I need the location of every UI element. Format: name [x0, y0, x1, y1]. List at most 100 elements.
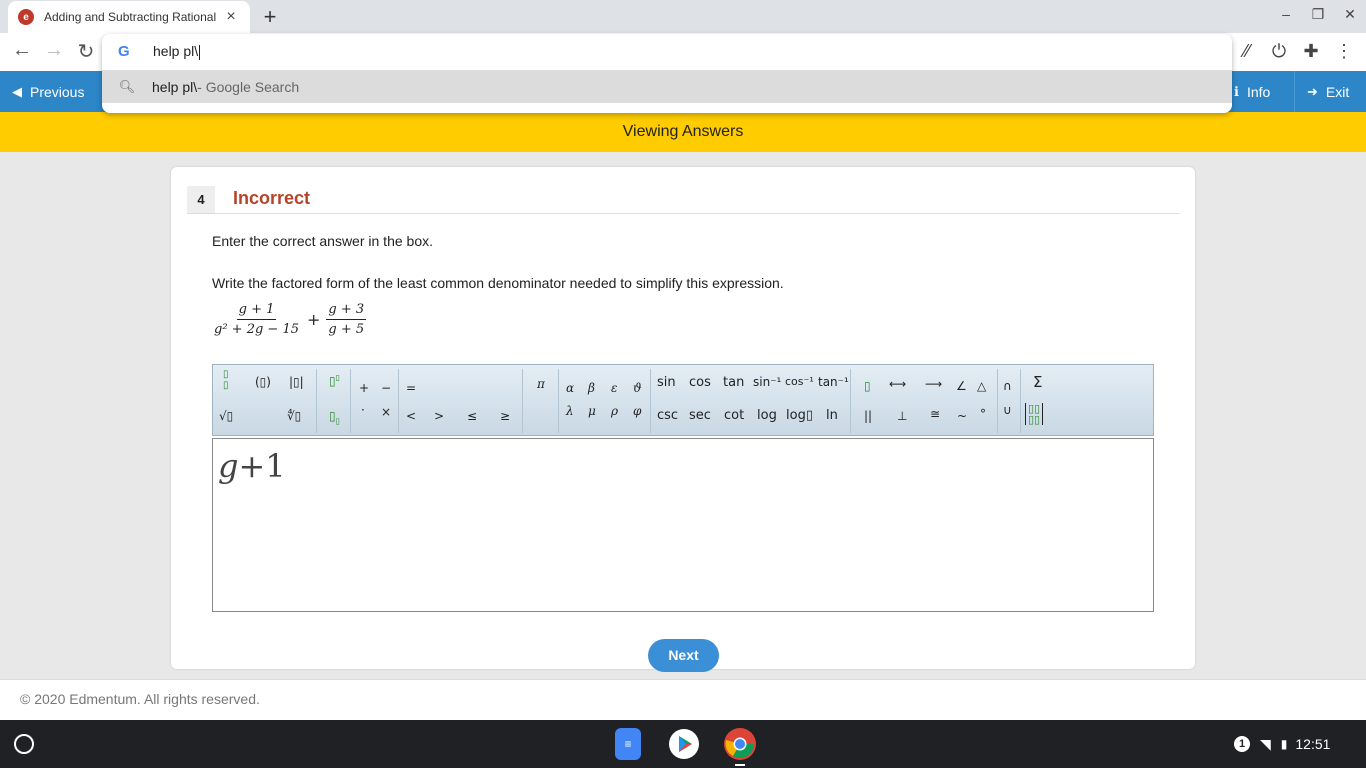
omnibox-suggestion[interactable]: 🔍︎ help pl\ - Google Search: [102, 70, 1232, 103]
plus-key[interactable]: +: [359, 381, 369, 395]
absolute-value-key[interactable]: |▯|: [289, 375, 304, 389]
ln-key[interactable]: ln: [826, 408, 838, 423]
greater-than-key[interactable]: >: [434, 409, 444, 423]
sec-key[interactable]: sec: [689, 408, 711, 423]
intersection-key[interactable]: ∩: [1003, 379, 1012, 393]
launcher-icon[interactable]: [14, 734, 34, 754]
minimize-icon[interactable]: –: [1276, 6, 1296, 22]
ray-key[interactable]: ⟶: [925, 377, 942, 391]
omnibox-input[interactable]: help pl\: [153, 43, 201, 60]
perpendicular-key[interactable]: ⊥: [897, 409, 907, 423]
google-docs-icon[interactable]: ≡: [615, 728, 641, 760]
superscript-key[interactable]: ▯▯: [329, 373, 340, 388]
phi-key[interactable]: φ: [633, 404, 641, 418]
tan-key[interactable]: tan: [723, 375, 744, 390]
summation-key[interactable]: Σ: [1033, 373, 1042, 391]
fraction-2-numerator: g + 3: [326, 302, 367, 320]
greater-equal-key[interactable]: ≥: [500, 409, 510, 423]
question-card: 4 Incorrect Enter the correct answer in …: [171, 167, 1195, 672]
lambda-key[interactable]: λ: [566, 404, 574, 418]
subscript-key[interactable]: ▯▯: [329, 409, 340, 425]
arcsin-key[interactable]: sin⁻¹: [753, 375, 781, 389]
back-icon[interactable]: ←: [9, 39, 35, 62]
degree-key[interactable]: °: [980, 407, 986, 421]
mu-key[interactable]: μ: [588, 404, 596, 418]
csc-key[interactable]: csc: [657, 408, 678, 423]
similar-key[interactable]: ~: [957, 409, 967, 423]
info-icon: ℹ: [1234, 83, 1239, 99]
menu-kebab-icon[interactable]: ⋮: [1333, 41, 1355, 62]
notification-count: 1: [1234, 736, 1250, 752]
fraction-key[interactable]: ▯ ▯: [223, 369, 229, 391]
divider: [187, 213, 1179, 214]
cot-key[interactable]: cot: [724, 408, 744, 423]
browser-tab[interactable]: e Adding and Subtracting Rational Expres…: [8, 1, 250, 33]
pi-key[interactable]: π: [537, 377, 545, 391]
fraction-1-numerator: g + 1: [236, 302, 277, 320]
dot-key[interactable]: ·: [361, 403, 365, 417]
fraction-1-denominator: g² + 2g − 15: [214, 322, 299, 337]
instruction-text: Enter the correct answer in the box.: [212, 233, 433, 249]
times-key[interactable]: ×: [381, 405, 391, 419]
arrow-left-circle-icon: ◀: [12, 83, 22, 99]
line-key[interactable]: ⟷: [889, 377, 906, 391]
alpha-key[interactable]: α: [566, 381, 574, 395]
chrome-icon[interactable]: [724, 728, 756, 760]
extension-icon[interactable]: ⁄⁄: [1236, 41, 1258, 62]
question-status: Incorrect: [233, 188, 311, 208]
less-equal-key[interactable]: ≤: [467, 409, 477, 423]
exit-button[interactable]: ➜ Exit: [1294, 71, 1361, 112]
union-key[interactable]: ∪: [1003, 403, 1012, 417]
rho-key[interactable]: ρ: [611, 404, 618, 418]
less-than-key[interactable]: <: [406, 409, 416, 423]
matrix-key[interactable]: ▯▯ ▯▯: [1025, 403, 1044, 425]
theta-key[interactable]: ϑ: [633, 381, 642, 395]
play-store-icon[interactable]: [668, 728, 700, 760]
answer-text: g+1: [218, 447, 286, 485]
exit-label: Exit: [1325, 83, 1350, 100]
nth-root-key[interactable]: ∜▯: [287, 409, 301, 423]
plus-operator: +: [306, 310, 321, 329]
browser-tab-strip: e Adding and Subtracting Rational Expres…: [0, 0, 1366, 33]
sin-key[interactable]: sin: [657, 375, 676, 390]
square-root-key[interactable]: √▯: [219, 409, 233, 423]
fraction-1: g + 1 g² + 2g − 15: [212, 302, 301, 337]
parallel-key[interactable]: ||: [864, 409, 872, 423]
edmentum-favicon-icon: e: [18, 9, 34, 25]
angle-key[interactable]: ∠: [956, 379, 967, 393]
arctan-key[interactable]: tan⁻¹: [818, 375, 849, 389]
cos-key[interactable]: cos: [689, 375, 711, 390]
log-base-key[interactable]: log▯: [786, 408, 813, 423]
reload-icon[interactable]: ↻: [73, 39, 99, 64]
equals-key[interactable]: =: [406, 381, 416, 395]
previous-button[interactable]: ◀ Previous: [0, 71, 96, 112]
congruent-key[interactable]: ≅: [930, 407, 940, 421]
answer-input[interactable]: g+1: [212, 438, 1154, 612]
forward-icon[interactable]: →: [41, 39, 67, 62]
math-keyboard: ▯ ▯ (▯) |▯| √▯ ∜▯ ▯▯ ▯▯ + − · × = < > ≤ ≥…: [212, 364, 1154, 436]
beta-key[interactable]: β: [588, 381, 595, 395]
google-icon: G: [118, 43, 130, 60]
log-key[interactable]: log: [757, 408, 777, 423]
copyright-text: © 2020 Edmentum. All rights reserved.: [20, 691, 260, 707]
new-tab-button[interactable]: +: [258, 4, 282, 30]
restore-icon[interactable]: ❐: [1308, 6, 1328, 23]
arccos-key[interactable]: cos⁻¹: [785, 375, 814, 388]
minus-key[interactable]: −: [381, 381, 391, 395]
omnibox-dropdown: G help pl\ 🔍︎ help pl\ - Google Search: [102, 34, 1232, 113]
question-number: 4: [187, 186, 215, 213]
page-footer: © 2020 Edmentum. All rights reserved.: [0, 679, 1366, 720]
status-area[interactable]: 1 ◥ ▮ 12:51: [1234, 728, 1330, 760]
triangle-key[interactable]: △: [977, 379, 986, 393]
power-icon[interactable]: ⏻: [1268, 41, 1290, 62]
puzzle-extensions-icon[interactable]: ✚: [1300, 41, 1322, 62]
bar-key[interactable]: ▯: [864, 379, 871, 393]
close-window-icon[interactable]: ✕: [1340, 6, 1360, 23]
suggestion-suffix: - Google Search: [197, 78, 300, 95]
epsilon-key[interactable]: ε: [611, 381, 617, 395]
tab-close-icon[interactable]: ×: [222, 8, 240, 26]
parentheses-key[interactable]: (▯): [255, 375, 271, 389]
question-prompt: Write the factored form of the least com…: [212, 275, 784, 291]
info-label: Info: [1246, 83, 1271, 100]
next-button[interactable]: Next: [648, 639, 719, 672]
